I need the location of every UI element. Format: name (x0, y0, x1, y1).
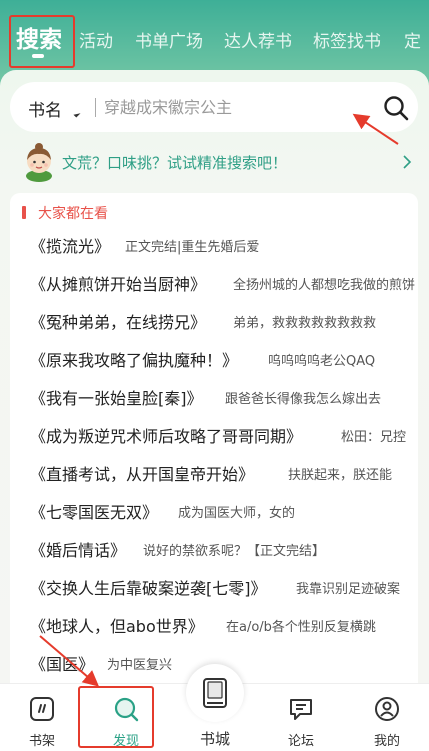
section-marker (22, 206, 26, 219)
book-desc: 松田：兄控 (341, 430, 407, 445)
list-item[interactable]: 《冤种弟弟，在线捞兄》 弟弟，救救救救救救救救 (10, 304, 418, 336)
book-title: 《原来我攻略了偏执魔种！》 (30, 351, 239, 370)
book-title: 《成为叛逆咒术师后攻略了哥哥同期》 (30, 427, 303, 446)
book-desc: 全扬州城的人都想吃我做的煎饼 (233, 278, 416, 293)
list-item[interactable]: 《婚后情话》 说好的禁欲系呢？【正文完结】 (10, 532, 418, 564)
list-item[interactable]: 《地球人，但abo世界》 在a/o/b各个性别反复横跳 (10, 608, 418, 640)
book-desc: 弟弟，救救救救救救救救 (233, 316, 377, 331)
tab-expert-recommend[interactable]: 达人荐书 (224, 27, 292, 52)
book-title: 《地球人，但abo世界》 (30, 617, 204, 636)
search-icon[interactable] (382, 94, 410, 122)
section-title: 大家都在看 (38, 206, 108, 222)
mascot-girl-icon (26, 143, 52, 182)
scope-caret-icon (73, 110, 81, 118)
book-title: 《从摊煎饼开始当厨神》 (30, 275, 207, 294)
book-title: 《直播考试，从开国皇帝开始》 (30, 465, 255, 484)
book-title: 《婚后情话》 (30, 541, 127, 560)
book-desc: 跟爸爸长得像我怎么嫁出去 (225, 392, 382, 407)
list-item[interactable]: 《成为叛逆咒术师后攻略了哥哥同期》 松田：兄控 (10, 418, 418, 450)
book-desc: 呜呜呜呜老公QAQ (268, 354, 376, 369)
list-item[interactable]: 《直播考试，从开国皇帝开始》 扶朕起来，朕还能 (10, 456, 418, 488)
list-item[interactable]: 《揽流光》 正文完结|重生先婚后爱 (10, 228, 418, 260)
chevron-right-icon (403, 155, 412, 169)
book-desc: 在a/o/b各个性别反复横跳 (226, 620, 376, 635)
book-desc: 我靠识别足迹破案 (296, 582, 401, 597)
tab-activity[interactable]: 活动 (79, 27, 113, 52)
book-title: 《揽流光》 (30, 237, 111, 256)
book-desc: 正文完结|重生先婚后爱 (125, 240, 260, 255)
tab-booklist-square[interactable]: 书单广场 (135, 27, 203, 52)
nav-label: 书架 (28, 734, 55, 749)
search-scope-dropdown[interactable]: 书名 (28, 96, 62, 121)
list-item[interactable]: 《我有一张始皇脸[秦]》 跟爸爸长得像我怎么嫁出去 (10, 380, 418, 412)
active-tab-indicator (32, 54, 44, 58)
book-desc: 为中医复兴 (107, 658, 173, 673)
tab-search[interactable]: 搜索 (16, 20, 62, 54)
book-title: 《交换人生后靠破案逆袭[七零]》 (30, 579, 267, 598)
list-item[interactable]: 《七零国医无双》 成为国医大师，女的 (10, 494, 418, 526)
book-title: 《我有一张始皇脸[秦]》 (30, 389, 203, 408)
tab-more-truncated[interactable]: 定 (404, 27, 421, 52)
tip-text: 文荒？口味挑？试试精准搜索吧！ (62, 154, 288, 172)
profile-icon (375, 697, 399, 721)
book-desc: 成为国医大师，女的 (178, 506, 296, 521)
book-desc: 扶朕起来，朕还能 (288, 468, 393, 483)
nav-profile[interactable]: 我的 (351, 684, 423, 751)
book-title: 《七零国医无双》 (30, 503, 159, 522)
discover-icon (114, 697, 139, 722)
list-item[interactable]: 《从摊煎饼开始当厨神》 全扬州城的人都想吃我做的煎饼 (10, 266, 418, 298)
search-divider (95, 98, 96, 117)
book-title: 《国医》 (30, 655, 95, 674)
nav-label: 我的 (373, 734, 400, 749)
nav-bookshelf[interactable]: 书架 (6, 684, 78, 751)
tab-tag-search[interactable]: 标签找书 (313, 27, 381, 52)
list-item[interactable]: 《交换人生后靠破案逆袭[七零]》 我靠识别足迹破案 (10, 570, 418, 602)
search-bar[interactable]: 书名 (10, 82, 418, 132)
top-tab-bar: 搜索 活动 书单广场 达人荐书 标签找书 定 (0, 0, 429, 70)
nav-label: 论坛 (287, 734, 314, 749)
search-input[interactable] (104, 92, 364, 122)
nav-discover[interactable]: 发现 (90, 684, 162, 751)
precise-search-tip[interactable]: 文荒？口味挑？试试精准搜索吧！ (10, 142, 420, 182)
book-title: 《冤种弟弟，在线捞兄》 (30, 313, 207, 332)
nav-forum[interactable]: 论坛 (265, 684, 337, 751)
forum-icon (290, 699, 312, 720)
nav-label: 发现 (112, 734, 139, 749)
nav-book-city[interactable] (186, 664, 244, 722)
hot-books-card: 大家都在看 《揽流光》 正文完结|重生先婚后爱 《从摊煎饼开始当厨神》 全扬州城… (10, 193, 418, 693)
book-city-icon (203, 678, 227, 708)
list-item[interactable]: 《原来我攻略了偏执魔种！》 呜呜呜呜老公QAQ (10, 342, 418, 374)
nav-book-city-label[interactable]: 书城 (180, 728, 250, 749)
book-desc: 说好的禁欲系呢？【正文完结】 (143, 544, 326, 559)
bookshelf-icon (30, 697, 54, 721)
